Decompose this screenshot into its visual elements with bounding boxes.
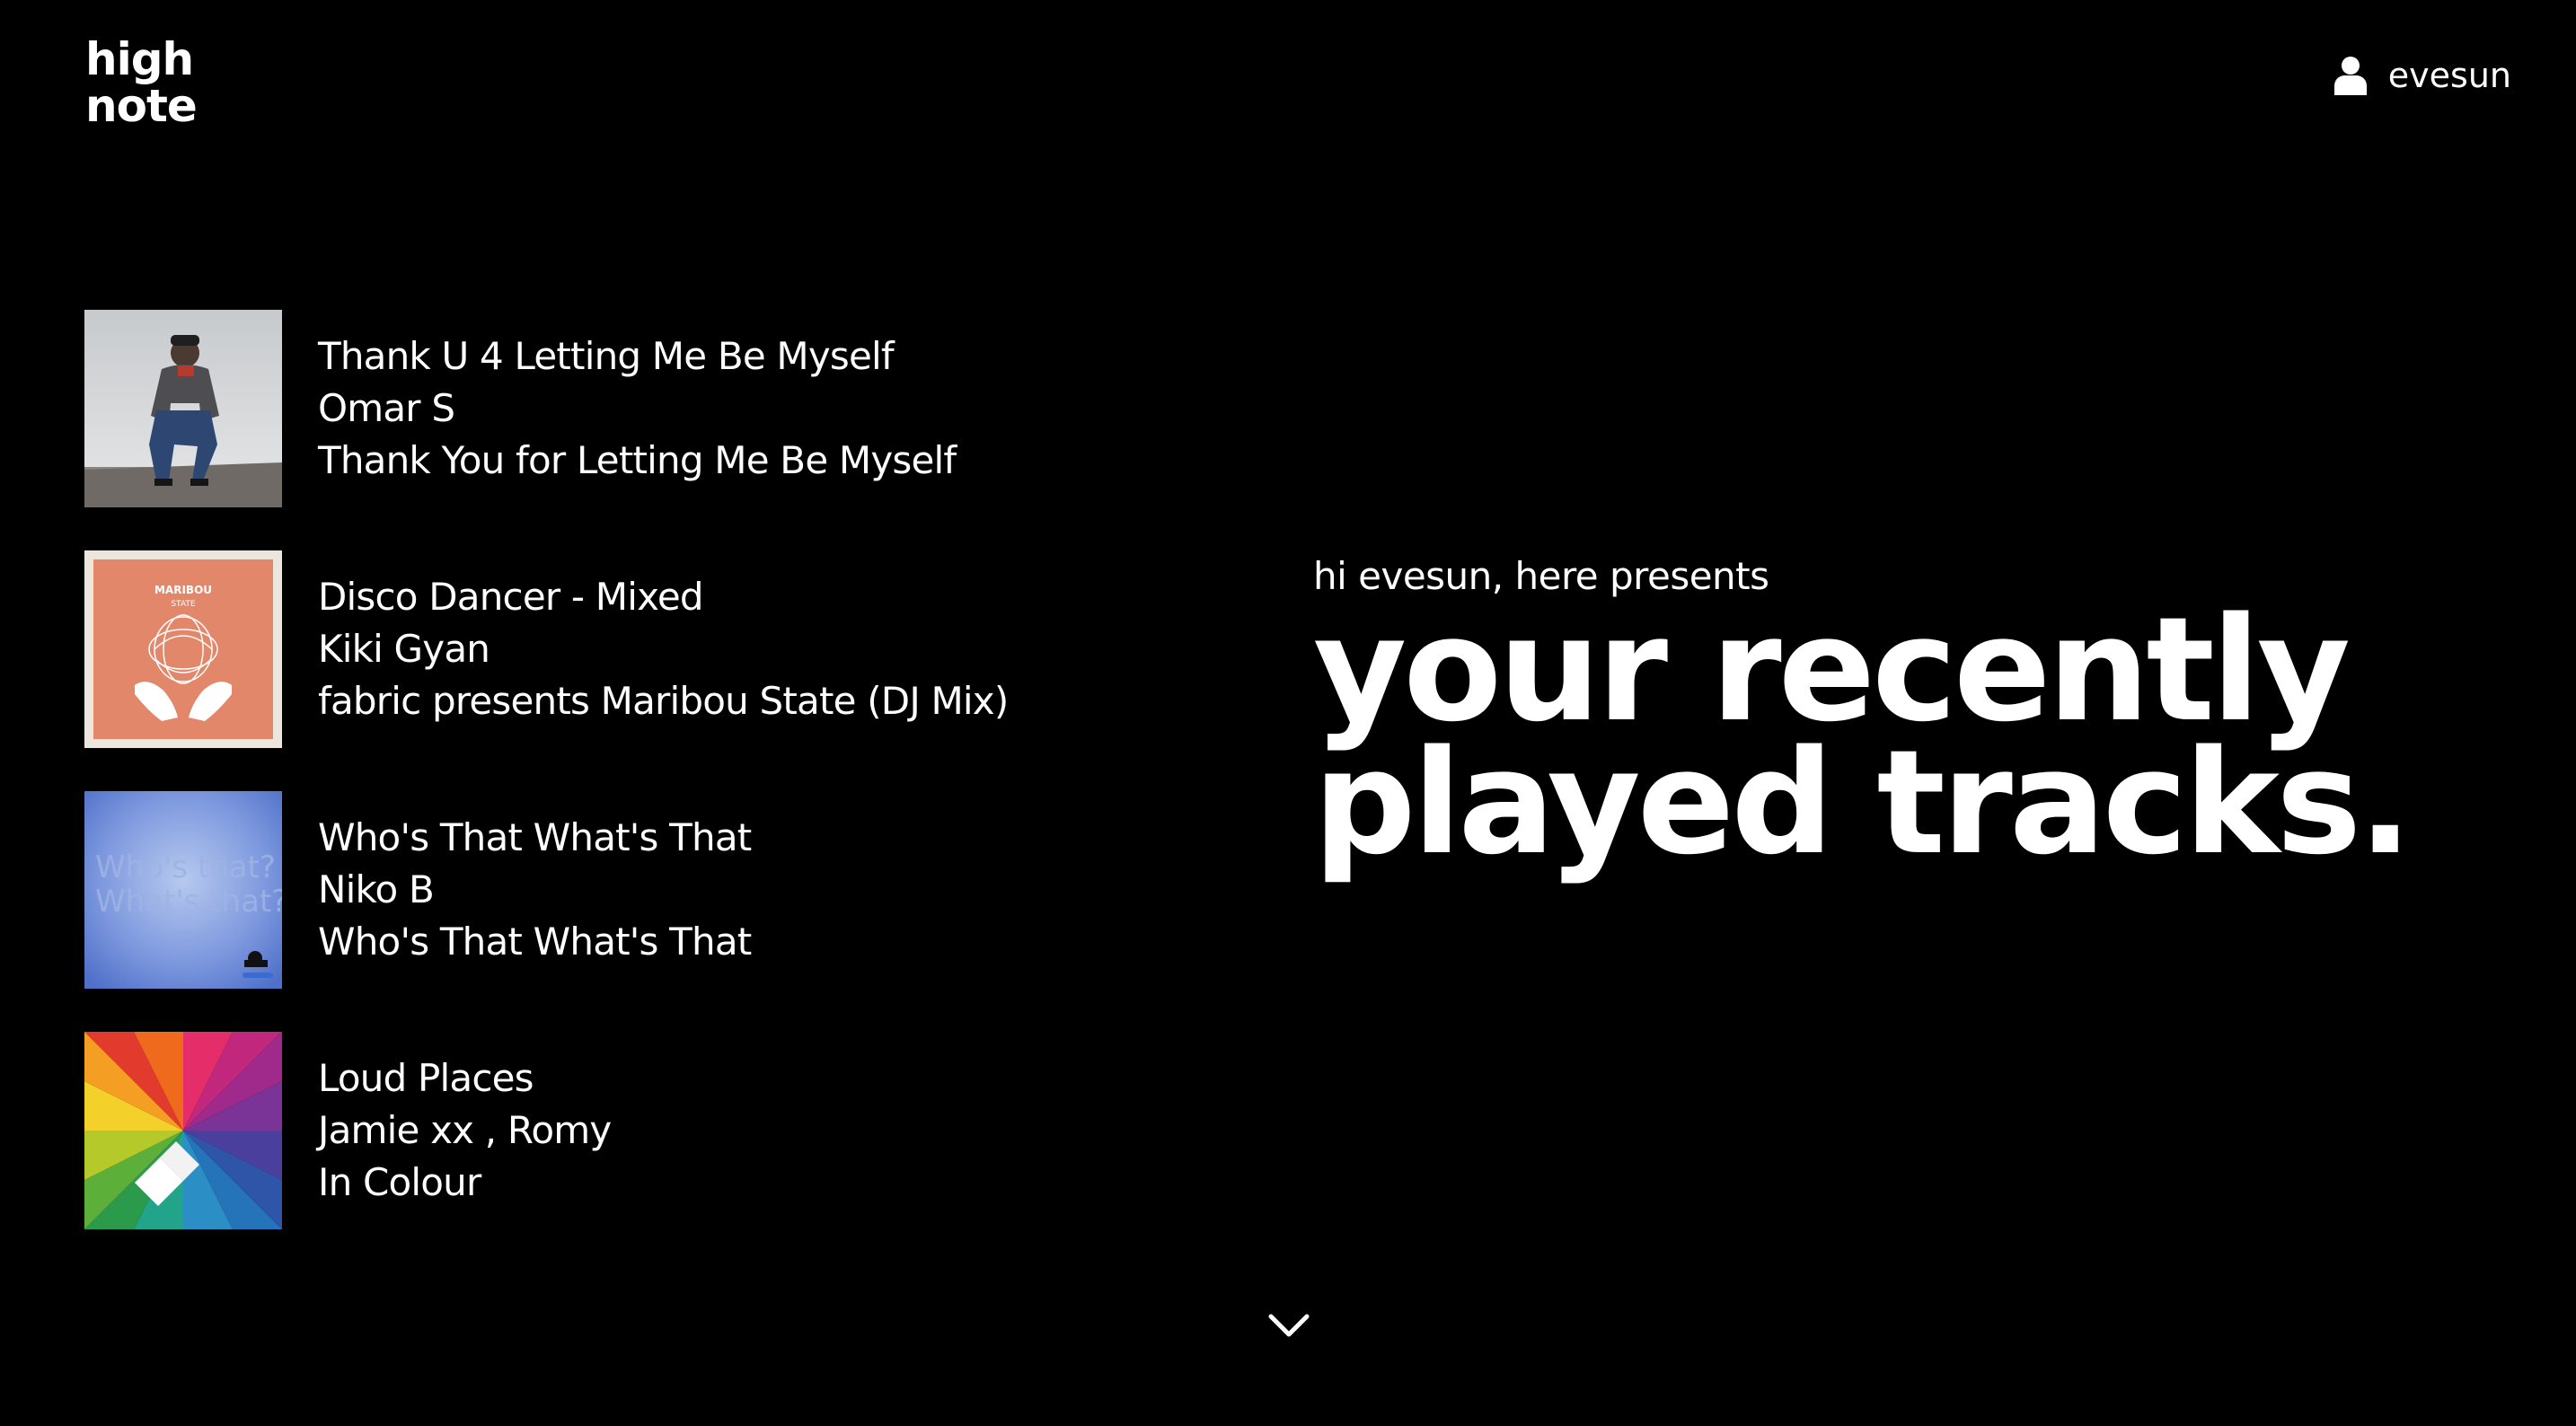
track-item[interactable]: MARIBOU STATE Disco Dancer - Mixed Kiki …: [84, 550, 1252, 748]
recent-tracks-list: Thank U 4 Letting Me Be Myself Omar S Th…: [84, 310, 1252, 1272]
track-item[interactable]: Thank U 4 Letting Me Be Myself Omar S Th…: [84, 310, 1252, 507]
logo[interactable]: high note: [85, 33, 198, 132]
cover-text-line-2: STATE: [171, 600, 195, 609]
track-meta: Who's That What's That Niko B Who's That…: [318, 812, 752, 968]
track-artist: Kiki Gyan: [318, 627, 490, 671]
track-meta: Thank U 4 Letting Me Be Myself Omar S Th…: [318, 330, 957, 487]
cover-text-line-1: MARIBOU: [154, 584, 212, 596]
track-meta: Loud Places Jamie xx , Romy In Colour: [318, 1052, 612, 1209]
album-cover: Who's that? What's that?: [84, 791, 282, 989]
cover-text-line-2: What's that?: [95, 884, 282, 920]
headline-line-1: your recently: [1313, 585, 2351, 753]
album-cover: [84, 310, 282, 507]
user-icon: [2333, 56, 2367, 95]
track-title: Who's That What's That: [318, 815, 752, 859]
track-album: Who's That What's That: [318, 920, 752, 964]
track-album: Thank You for Letting Me Be Myself: [318, 438, 957, 482]
track-item[interactable]: Who's that? What's that? Who's That What…: [84, 791, 1252, 989]
logo-line-2: note: [85, 80, 198, 132]
username: evesun: [2387, 56, 2511, 95]
scroll-down-button[interactable]: [1267, 1311, 1310, 1340]
page-title: your recently played tracks.: [1313, 585, 2499, 886]
track-meta: Disco Dancer - Mixed Kiki Gyan fabric pr…: [318, 571, 1009, 727]
track-album: In Colour: [318, 1160, 481, 1204]
track-artist: Omar S: [318, 386, 455, 430]
track-title: Loud Places: [318, 1056, 534, 1100]
user-menu[interactable]: evesun: [2333, 56, 2511, 95]
album-cover: [84, 1032, 282, 1229]
chevron-down-icon: [1267, 1311, 1310, 1340]
album-cover: MARIBOU STATE: [84, 550, 282, 748]
track-artist: Jamie xx , Romy: [318, 1108, 612, 1152]
track-title: Disco Dancer - Mixed: [318, 575, 704, 619]
hero: hi evesun, here presents your recently p…: [1313, 550, 2499, 886]
track-item[interactable]: Loud Places Jamie xx , Romy In Colour: [84, 1032, 1252, 1229]
cover-text-line-1: Who's that?: [95, 849, 276, 885]
track-artist: Niko B: [318, 867, 435, 911]
track-album: fabric presents Maribou State (DJ Mix): [318, 679, 1009, 723]
logo-line-1: high: [85, 33, 194, 85]
track-title: Thank U 4 Letting Me Be Myself: [318, 334, 895, 378]
headline-line-2: played tracks.: [1313, 718, 2413, 886]
